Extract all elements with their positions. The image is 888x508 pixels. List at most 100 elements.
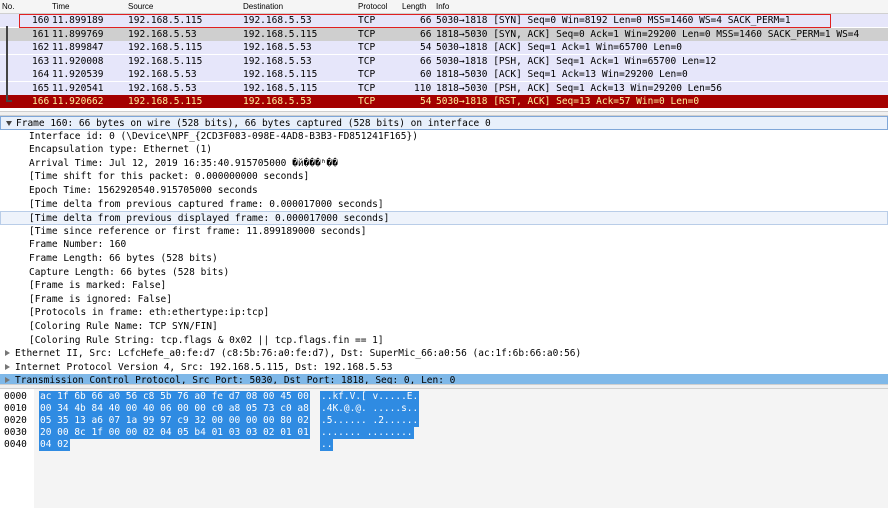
packet-row[interactable]: 161 11.899769 192.168.5.53 192.168.5.115… bbox=[0, 27, 888, 41]
tree-item-ethernet[interactable]: Ethernet II, Src: LcfcHefe_a0:fe:d7 (c8:… bbox=[0, 347, 888, 361]
col-header-info[interactable]: Info bbox=[436, 2, 449, 11]
cell-source: 192.168.5.115 bbox=[128, 96, 203, 107]
cell-info: 5030→1818 [ACK] Seq=1 Ack=1 Win=65700 Le… bbox=[436, 42, 682, 53]
related-packets-end bbox=[6, 100, 12, 102]
tree-field[interactable]: [Protocols in frame: eth:ethertype:ip:tc… bbox=[0, 306, 888, 320]
cell-no: 161 bbox=[32, 28, 50, 40]
tree-item-frame[interactable]: Frame 160: 66 bytes on wire (528 bits), … bbox=[0, 116, 888, 130]
byte-offset: 0010 bbox=[4, 403, 27, 414]
field-text: Capture Length: 66 bytes (528 bits) bbox=[29, 266, 230, 278]
cell-length: 66 bbox=[420, 28, 432, 40]
tree-field[interactable]: Interface id: 0 (\Device\NPF_{2CD3F083-0… bbox=[0, 130, 888, 144]
cell-no: 164 bbox=[32, 69, 50, 80]
cell-protocol: TCP bbox=[358, 82, 376, 94]
cell-length: 54 bbox=[420, 96, 432, 107]
cell-time: 11.920539 bbox=[52, 69, 104, 80]
cell-time: 11.899847 bbox=[52, 42, 104, 53]
cell-time: 11.920662 bbox=[52, 96, 104, 107]
byte-ascii[interactable]: ..kf.V.[ v.....E. bbox=[320, 391, 420, 403]
related-packets-line bbox=[6, 26, 8, 102]
packet-row[interactable]: 165 11.920541 192.168.5.53 192.168.5.115… bbox=[0, 81, 888, 95]
tree-field[interactable]: Capture Length: 66 bytes (528 bits) bbox=[0, 266, 888, 280]
cell-info: 1818→5030 [ACK] Seq=1 Ack=13 Win=29200 L… bbox=[436, 69, 688, 80]
tree-field[interactable]: Frame Length: 66 bytes (528 bits) bbox=[0, 252, 888, 266]
cell-info: 5030→1818 [PSH, ACK] Seq=1 Ack=1 Win=657… bbox=[436, 55, 717, 67]
tree-field[interactable]: Arrival Time: Jul 12, 2019 16:35:40.9157… bbox=[0, 157, 888, 171]
tree-item-label: Ethernet II, Src: LcfcHefe_a0:fe:d7 (c8:… bbox=[15, 348, 582, 360]
cell-no: 162 bbox=[32, 42, 50, 53]
tree-field[interactable]: Frame Number: 160 bbox=[0, 238, 888, 252]
col-header-source[interactable]: Source bbox=[128, 2, 153, 11]
col-header-no[interactable]: No. bbox=[2, 2, 14, 11]
byte-ascii[interactable]: .4K.@.@. .....s.. bbox=[320, 403, 420, 415]
tree-field[interactable]: [Time shift for this packet: 0.000000000… bbox=[0, 170, 888, 184]
cell-length: 66 bbox=[420, 55, 432, 67]
cell-length: 54 bbox=[420, 42, 432, 53]
byte-ascii[interactable]: .. bbox=[320, 439, 334, 451]
field-text: [Coloring Rule Name: TCP SYN/FIN] bbox=[29, 321, 218, 332]
tree-field[interactable]: [Time since reference or first frame: 11… bbox=[0, 225, 888, 239]
packet-list[interactable]: No. Time Source Destination Protocol Len… bbox=[0, 0, 888, 113]
packet-row[interactable]: 163 11.920008 192.168.5.115 192.168.5.53… bbox=[0, 54, 888, 68]
cell-time: 11.899769 bbox=[52, 28, 104, 40]
tree-field[interactable]: [Time delta from previous captured frame… bbox=[0, 198, 888, 212]
col-header-time[interactable]: Time bbox=[52, 2, 69, 11]
tree-item-label: Internet Protocol Version 4, Src: 192.16… bbox=[15, 361, 393, 373]
cell-time: 11.920541 bbox=[52, 82, 104, 94]
tree-field-hovered[interactable]: [Time delta from previous displayed fram… bbox=[0, 211, 888, 225]
tree-field[interactable]: Epoch Time: 1562920540.915705000 seconds bbox=[0, 184, 888, 198]
field-text: Frame Length: 66 bytes (528 bits) bbox=[29, 253, 218, 264]
field-text: [Time since reference or first frame: 11… bbox=[29, 225, 367, 237]
expand-right-icon[interactable] bbox=[5, 350, 10, 357]
col-header-protocol[interactable]: Protocol bbox=[358, 2, 387, 11]
expand-right-icon[interactable] bbox=[5, 363, 10, 370]
byte-hex[interactable]: 00 34 4b 84 40 00 40 06 00 00 c0 a8 05 7… bbox=[39, 403, 310, 415]
cell-protocol: TCP bbox=[358, 69, 376, 80]
byte-hex[interactable]: ac 1f 6b 66 a0 56 c8 5b 76 a0 fe d7 08 0… bbox=[39, 391, 310, 403]
cell-source: 192.168.5.115 bbox=[128, 55, 203, 67]
packet-row[interactable]: 164 11.920539 192.168.5.53 192.168.5.115… bbox=[0, 68, 888, 81]
cell-time: 11.899189 bbox=[52, 15, 104, 26]
tree-item-label: Frame 160: 66 bytes on wire (528 bits), … bbox=[16, 118, 491, 129]
cell-destination: 192.168.5.115 bbox=[243, 82, 318, 94]
expand-right-icon[interactable] bbox=[5, 377, 10, 384]
cell-protocol: TCP bbox=[358, 28, 376, 40]
cell-info: 5030→1818 [RST, ACK] Seq=13 Ack=57 Win=0… bbox=[436, 96, 700, 107]
col-header-length[interactable]: Length bbox=[402, 2, 426, 11]
cell-info: 1818→5030 [SYN, ACK] Seq=0 Ack=1 Win=292… bbox=[436, 28, 860, 40]
byte-hex[interactable]: 05 35 13 a6 07 1a 99 97 c9 32 00 00 00 0… bbox=[39, 415, 310, 427]
packet-list-header: No. Time Source Destination Protocol Len… bbox=[0, 0, 888, 14]
cell-source: 192.168.5.115 bbox=[128, 42, 203, 53]
expand-down-icon[interactable] bbox=[6, 121, 12, 126]
field-text: [Time delta from previous captured frame… bbox=[29, 198, 384, 210]
cell-info: 1818→5030 [PSH, ACK] Seq=1 Ack=13 Win=29… bbox=[436, 82, 722, 94]
byte-ascii[interactable]: .5...... .2...... bbox=[320, 415, 420, 427]
byte-ascii[interactable]: ....... ........ bbox=[320, 427, 414, 439]
field-text: [Coloring Rule String: tcp.flags & 0x02 … bbox=[29, 334, 384, 346]
byte-hex[interactable]: 20 00 8c 1f 00 00 02 04 05 b4 01 03 03 0… bbox=[39, 427, 310, 439]
byte-offset: 0040 bbox=[4, 439, 27, 450]
field-text: [Time delta from previous displayed fram… bbox=[29, 213, 390, 225]
packet-bytes[interactable]: 0000 ac 1f 6b 66 a0 56 c8 5b 76 a0 fe d7… bbox=[0, 389, 888, 508]
cell-source: 192.168.5.115 bbox=[128, 15, 203, 26]
field-text: Interface id: 0 (\Device\NPF_{2CD3F083-0… bbox=[29, 130, 418, 142]
tree-field[interactable]: Encapsulation type: Ethernet (1) bbox=[0, 143, 888, 157]
packet-row[interactable]: 160 11.899189 192.168.5.115 192.168.5.53… bbox=[0, 14, 888, 27]
cell-protocol: TCP bbox=[358, 96, 376, 107]
col-header-destination[interactable]: Destination bbox=[243, 2, 283, 11]
cell-destination: 192.168.5.115 bbox=[243, 69, 318, 80]
cell-destination: 192.168.5.53 bbox=[243, 42, 312, 53]
tree-field[interactable]: [Frame is marked: False] bbox=[0, 279, 888, 293]
cell-source: 192.168.5.53 bbox=[128, 69, 197, 80]
cell-length: 60 bbox=[420, 69, 432, 80]
tree-field[interactable]: [Coloring Rule String: tcp.flags & 0x02 … bbox=[0, 334, 888, 348]
field-text: [Frame is marked: False] bbox=[29, 280, 167, 292]
tree-field[interactable]: [Coloring Rule Name: TCP SYN/FIN] bbox=[0, 320, 888, 334]
packet-row[interactable]: 162 11.899847 192.168.5.115 192.168.5.53… bbox=[0, 41, 888, 54]
tree-item-ip[interactable]: Internet Protocol Version 4, Src: 192.16… bbox=[0, 361, 888, 375]
field-text: [Time shift for this packet: 0.000000000… bbox=[29, 171, 310, 183]
packet-row[interactable]: 166 11.920662 192.168.5.115 192.168.5.53… bbox=[0, 95, 888, 108]
tree-field[interactable]: [Frame is ignored: False] bbox=[0, 293, 888, 307]
byte-hex[interactable]: 04 02 bbox=[39, 439, 70, 451]
packet-details[interactable]: Frame 160: 66 bytes on wire (528 bits), … bbox=[0, 116, 888, 386]
